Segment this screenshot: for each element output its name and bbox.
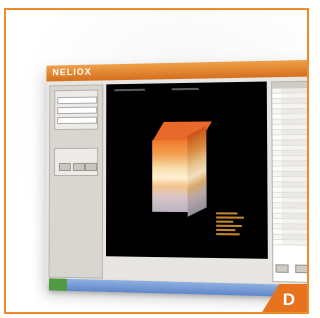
option-button[interactable] (58, 162, 71, 171)
viewport-caption (114, 88, 145, 92)
3d-viewport[interactable] (105, 81, 268, 259)
data-table (271, 79, 307, 284)
option-button[interactable] (72, 162, 85, 171)
parameter-field[interactable] (57, 116, 98, 125)
figure-badge-letter: D (282, 290, 295, 309)
table-row[interactable] (273, 239, 307, 247)
parameter-field[interactable] (57, 106, 98, 115)
parameter-field[interactable] (57, 96, 98, 105)
start-button-icon[interactable] (49, 278, 67, 291)
table-buttons (275, 259, 307, 279)
app-window: NELIOX (45, 59, 307, 293)
options-group (53, 147, 99, 177)
viewport-caption (171, 87, 199, 91)
figure-card: NELIOX D (4, 8, 309, 314)
block-side-face (187, 126, 207, 217)
table-button[interactable] (295, 264, 307, 274)
app-logo: NELIOX (52, 66, 92, 78)
3d-block-model-icon[interactable] (152, 121, 226, 219)
block-front-face (152, 140, 188, 213)
table-button[interactable] (275, 264, 289, 273)
left-control-panel (48, 84, 104, 279)
parameters-group (54, 89, 99, 131)
viewport-legend (216, 212, 244, 237)
option-button[interactable] (84, 162, 98, 171)
